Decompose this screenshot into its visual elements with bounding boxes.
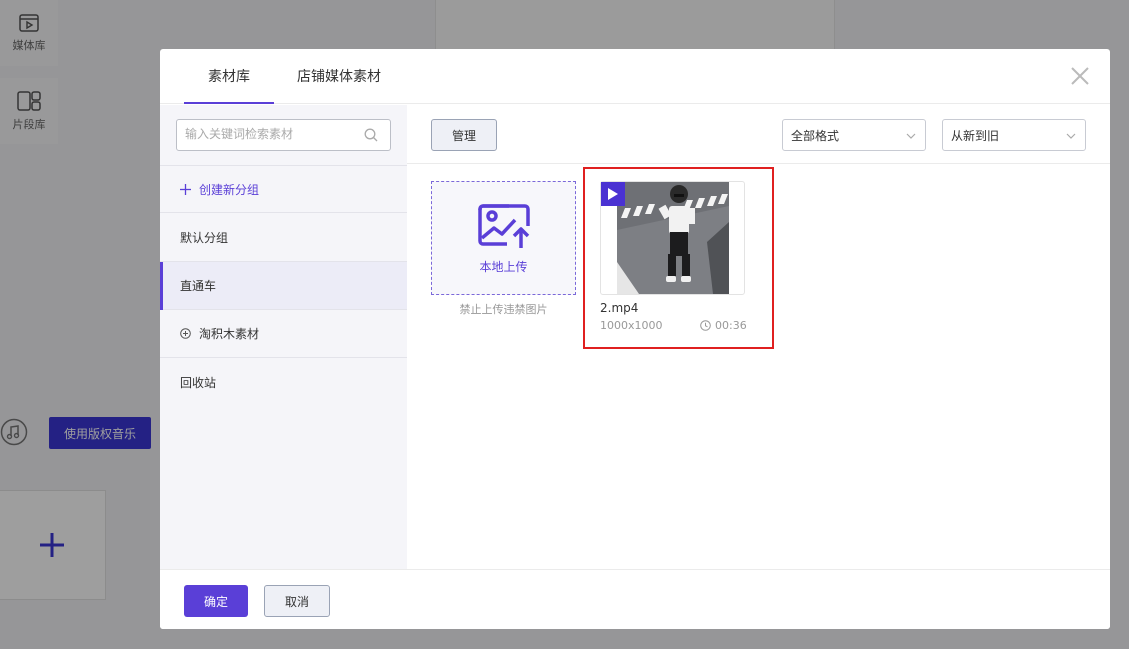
play-icon xyxy=(601,182,625,206)
upload-note: 禁止上传违禁图片 xyxy=(459,303,548,316)
local-upload-card[interactable]: 本地上传 xyxy=(431,181,576,295)
tab-material-library[interactable]: 素材库 xyxy=(184,49,274,104)
modal-footer: 确定 取消 xyxy=(160,569,1110,629)
create-group-button[interactable]: 创建新分组 xyxy=(160,165,407,213)
sidebar-item-label: 回收站 xyxy=(180,375,217,390)
media-thumbnail xyxy=(617,182,729,294)
local-upload-label: 本地上传 xyxy=(479,259,528,274)
format-select-value: 全部格式 xyxy=(791,128,840,143)
clock-icon xyxy=(700,320,711,331)
media-duration: 00:36 xyxy=(700,319,747,332)
sort-select[interactable]: 从新到旧 xyxy=(942,119,1086,151)
search-input[interactable] xyxy=(185,127,365,141)
cancel-button[interactable]: 取消 xyxy=(264,585,330,617)
chevron-down-icon xyxy=(1066,133,1076,139)
media-file-name: 2.mp4 xyxy=(600,301,639,315)
material-modal: 素材库 店铺媒体素材 创建新分组 默认分组 直通车 xyxy=(160,49,1110,629)
media-resolution: 1000x1000 xyxy=(600,319,663,332)
media-card[interactable] xyxy=(600,181,745,295)
sidebar-item-recycle-bin[interactable]: 回收站 xyxy=(160,358,407,406)
sidebar-item-zhitongche[interactable]: 直通车 xyxy=(160,262,407,310)
sidebar-item-label: 淘积木素材 xyxy=(199,327,260,341)
material-area: 管理 全部格式 从新到旧 本地上传 禁止上传违禁图片 2.mp4 1000x10… xyxy=(407,105,1110,569)
chevron-down-icon xyxy=(906,133,916,139)
close-icon[interactable] xyxy=(1070,66,1090,86)
sidebar-item-taojimu[interactable]: 淘积木素材 xyxy=(160,310,407,358)
media-duration-value: 00:36 xyxy=(715,319,747,332)
confirm-button[interactable]: 确定 xyxy=(184,585,248,617)
image-upload-icon xyxy=(477,203,530,248)
format-select[interactable]: 全部格式 xyxy=(782,119,926,151)
search-icon[interactable] xyxy=(364,128,378,142)
video-thumbnail-image xyxy=(617,182,729,294)
manage-button[interactable]: 管理 xyxy=(431,119,497,151)
sidebar-item-default-group[interactable]: 默认分组 xyxy=(160,214,407,262)
sort-select-value: 从新到旧 xyxy=(951,128,1000,143)
create-group-label: 创建新分组 xyxy=(199,182,260,197)
plus-icon xyxy=(180,183,191,195)
tab-store-media[interactable]: 店铺媒体素材 xyxy=(288,49,390,104)
search-box xyxy=(176,119,391,151)
modal-header: 素材库 店铺媒体素材 xyxy=(160,49,1110,104)
sidebar-item-label: 默认分组 xyxy=(180,231,229,245)
plus-circle-icon[interactable] xyxy=(180,328,191,339)
material-toolbar: 管理 全部格式 从新到旧 xyxy=(407,105,1110,164)
sidebar-item-label: 直通车 xyxy=(180,279,217,293)
group-sidebar: 创建新分组 默认分组 直通车 淘积木素材 回收站 xyxy=(160,105,407,569)
